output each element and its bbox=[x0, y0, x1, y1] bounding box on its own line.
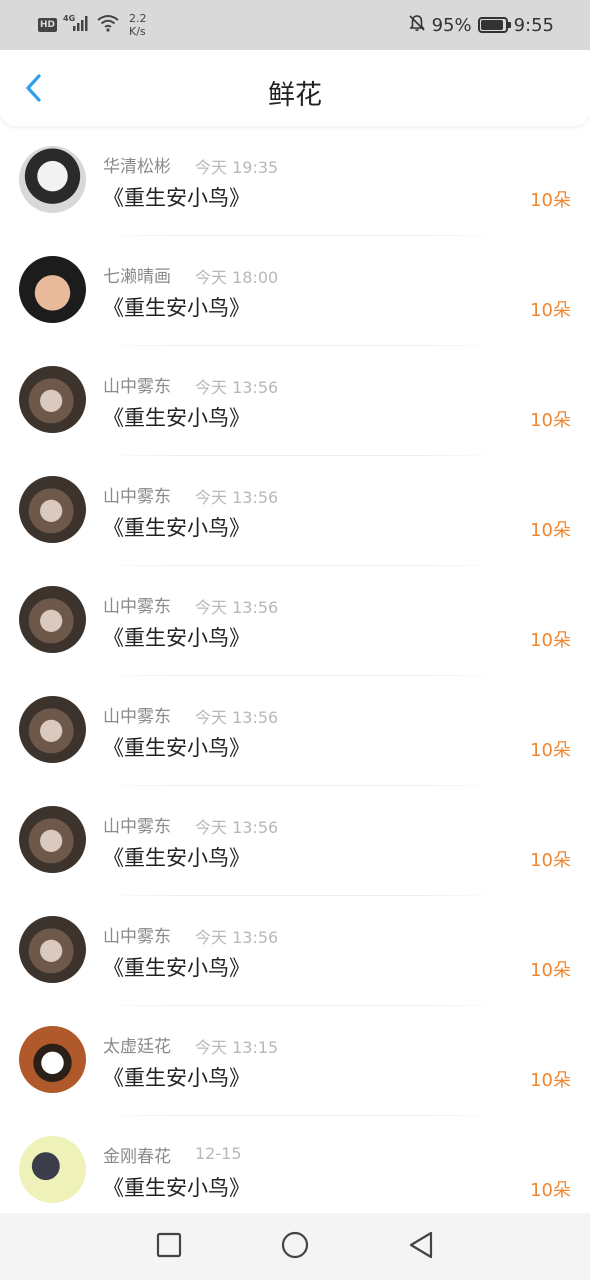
user-name[interactable]: 七濑晴画 bbox=[103, 262, 171, 287]
list-item[interactable]: 山中雾东 今天 13:56 《重生安小鸟》 10朵 bbox=[0, 566, 590, 676]
status-right: 95% 9:55 bbox=[408, 12, 554, 38]
avatar[interactable] bbox=[19, 476, 86, 543]
page-title: 鲜花 bbox=[268, 80, 322, 111]
gift-time: 今天 13:15 bbox=[195, 1038, 279, 1057]
gift-time: 今天 13:56 bbox=[195, 598, 279, 617]
avatar[interactable] bbox=[19, 586, 86, 653]
list-item[interactable]: 山中雾东 今天 13:56 《重生安小鸟》 10朵 bbox=[0, 896, 590, 1006]
circle-icon bbox=[281, 1231, 309, 1263]
flower-count: 10朵 bbox=[530, 520, 571, 541]
flower-count: 10朵 bbox=[530, 410, 571, 431]
book-title: 《重生安小鸟》 bbox=[103, 626, 250, 650]
user-name[interactable]: 山中雾东 bbox=[103, 702, 171, 727]
gift-time: 今天 19:35 bbox=[195, 158, 279, 177]
avatar[interactable] bbox=[19, 806, 86, 873]
flower-count: 10朵 bbox=[530, 190, 571, 211]
hd-badge: HD bbox=[38, 18, 58, 32]
user-name[interactable]: 山中雾东 bbox=[103, 812, 171, 837]
user-name[interactable]: 金刚春花 bbox=[103, 1142, 171, 1167]
user-name[interactable]: 太虚廷花 bbox=[103, 1032, 171, 1057]
gift-time: 今天 13:56 bbox=[195, 818, 279, 837]
book-title: 《重生安小鸟》 bbox=[103, 1066, 250, 1090]
flower-count: 10朵 bbox=[530, 300, 571, 321]
home-button[interactable] bbox=[278, 1230, 312, 1264]
book-title: 《重生安小鸟》 bbox=[103, 406, 250, 430]
system-nav-bar bbox=[0, 1213, 590, 1280]
network-speed: 2.2 K/s bbox=[129, 12, 147, 38]
list-item[interactable]: 山中雾东 今天 13:56 《重生安小鸟》 10朵 bbox=[0, 346, 590, 456]
battery-icon bbox=[477, 17, 511, 33]
book-title: 《重生安小鸟》 bbox=[103, 516, 250, 540]
flower-list: 华清松彬 今天 19:35 《重生安小鸟》 10朵 七濑晴画 今天 18:00 《重生安小鸟… bbox=[0, 126, 590, 1226]
gift-time: 今天 13:56 bbox=[195, 928, 279, 947]
triangle-back-icon bbox=[408, 1231, 434, 1263]
flower-count: 10朵 bbox=[530, 630, 571, 651]
book-title: 《重生安小鸟》 bbox=[103, 846, 250, 870]
user-name[interactable]: 山中雾东 bbox=[103, 372, 171, 397]
list-item[interactable]: 山中雾东 今天 13:56 《重生安小鸟》 10朵 bbox=[0, 786, 590, 896]
square-icon bbox=[156, 1232, 182, 1262]
battery-level bbox=[480, 20, 504, 30]
gift-time: 今天 13:56 bbox=[195, 708, 279, 727]
book-title: 《重生安小鸟》 bbox=[103, 1176, 250, 1200]
network-type-label: 4G bbox=[63, 14, 75, 23]
avatar[interactable] bbox=[19, 696, 86, 763]
flower-count: 10朵 bbox=[530, 850, 571, 871]
avatar[interactable] bbox=[19, 916, 86, 983]
flower-count: 10朵 bbox=[530, 740, 571, 761]
avatar[interactable] bbox=[19, 1136, 86, 1203]
network-speed-value: 2.2 bbox=[129, 12, 147, 25]
network-speed-unit: K/s bbox=[129, 25, 146, 38]
gift-time: 12-15 bbox=[195, 1144, 242, 1163]
user-name[interactable]: 华清松彬 bbox=[103, 152, 171, 177]
list-item[interactable]: 七濑晴画 今天 18:00 《重生安小鸟》 10朵 bbox=[0, 236, 590, 346]
list-item[interactable]: 华清松彬 今天 19:35 《重生安小鸟》 10朵 bbox=[0, 126, 590, 236]
battery-percent: 95% bbox=[431, 14, 472, 36]
user-name[interactable]: 山中雾东 bbox=[103, 922, 171, 947]
list-item[interactable]: 山中雾东 今天 13:56 《重生安小鸟》 10朵 bbox=[0, 456, 590, 566]
avatar[interactable] bbox=[19, 146, 86, 213]
avatar[interactable] bbox=[19, 1026, 86, 1093]
status-left: HD 4G 2.2 K/s bbox=[38, 12, 147, 38]
gift-time: 今天 13:56 bbox=[195, 488, 279, 507]
book-title: 《重生安小鸟》 bbox=[103, 296, 250, 320]
gift-time: 今天 13:56 bbox=[195, 378, 279, 397]
wifi-icon bbox=[97, 14, 119, 36]
book-title: 《重生安小鸟》 bbox=[103, 956, 250, 980]
signal-icon: 4G bbox=[63, 14, 91, 36]
list-item[interactable]: 太虚廷花 今天 13:15 《重生安小鸟》 10朵 bbox=[0, 1006, 590, 1116]
flower-count: 10朵 bbox=[530, 960, 571, 981]
flower-count: 10朵 bbox=[530, 1180, 571, 1201]
back-nav-button[interactable] bbox=[404, 1230, 438, 1264]
user-name[interactable]: 山中雾东 bbox=[103, 482, 171, 507]
flower-count: 10朵 bbox=[530, 1070, 571, 1091]
book-title: 《重生安小鸟》 bbox=[103, 736, 250, 760]
user-name[interactable]: 山中雾东 bbox=[103, 592, 171, 617]
page-header: 鲜花 bbox=[0, 50, 590, 126]
gift-time: 今天 18:00 bbox=[195, 268, 279, 287]
book-title: 《重生安小鸟》 bbox=[103, 186, 250, 210]
recents-button[interactable] bbox=[152, 1230, 186, 1264]
avatar[interactable] bbox=[19, 256, 86, 323]
status-time: 9:55 bbox=[513, 14, 554, 36]
list-item[interactable]: 金刚春花 12-15 《重生安小鸟》 10朵 bbox=[0, 1116, 590, 1226]
list-item[interactable]: 山中雾东 今天 13:56 《重生安小鸟》 10朵 bbox=[0, 676, 590, 786]
status-bar: HD 4G 2.2 K/s 95% 9:55 bbox=[0, 0, 590, 50]
bell-off-icon bbox=[408, 14, 426, 37]
avatar[interactable] bbox=[19, 366, 86, 433]
